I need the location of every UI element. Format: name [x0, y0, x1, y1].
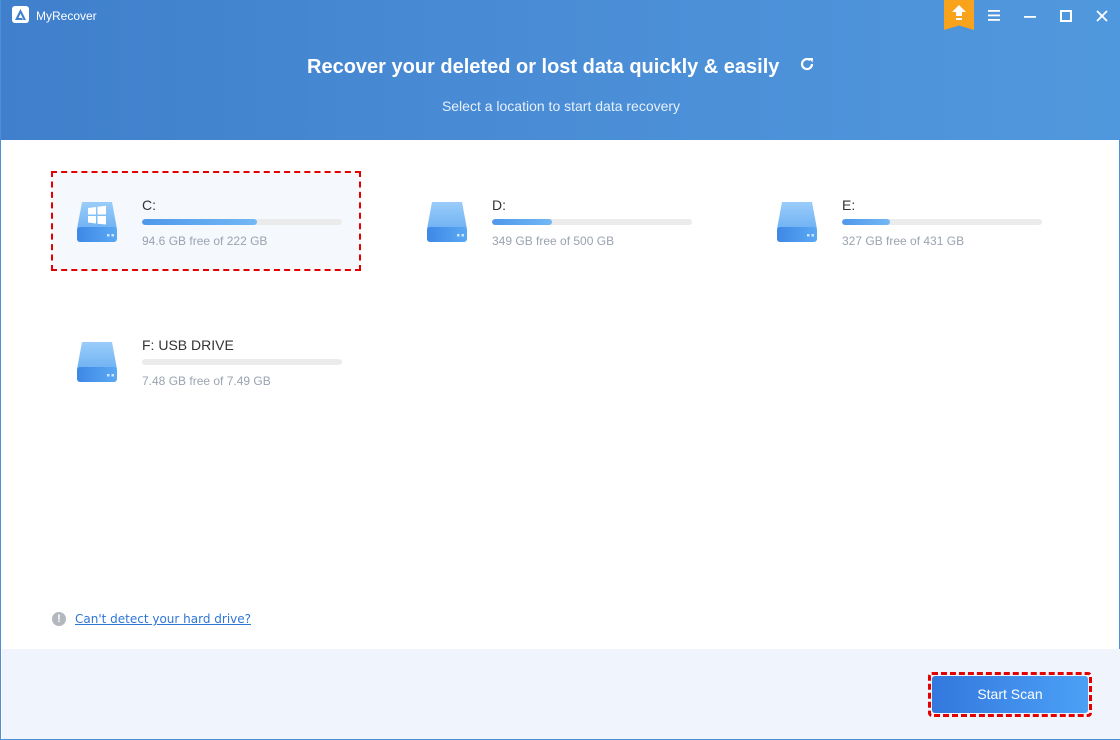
- close-button[interactable]: [1090, 4, 1114, 28]
- usb-drive-icon: [75, 340, 119, 384]
- app-window: MyRecover Recover your deleted or lost d…: [0, 0, 1120, 740]
- refresh-icon: [800, 57, 814, 70]
- drive-capacity-text: 349 GB free of 500 GB: [492, 234, 615, 248]
- drive-card-c[interactable]: C: 94.6 GB free of 222 GB: [51, 171, 361, 271]
- drive-name: F: USB DRIVE: [142, 337, 234, 353]
- hard-drive-icon: [775, 200, 819, 244]
- drive-name: C:: [142, 197, 156, 213]
- page-title: Recover your deleted or lost data quickl…: [1, 56, 1120, 79]
- drive-card-e[interactable]: E: 327 GB free of 431 GB: [751, 171, 1061, 271]
- info-icon: !: [52, 612, 66, 626]
- upgrade-arrow-icon: [952, 5, 966, 20]
- upgrade-button[interactable]: [944, 0, 974, 30]
- maximize-button[interactable]: [1054, 4, 1078, 28]
- drive-usage-bar: [842, 219, 1042, 225]
- minimize-icon: [1024, 16, 1036, 18]
- drive-card-f[interactable]: F: USB DRIVE 7.48 GB free of 7.49 GB: [51, 311, 361, 411]
- windows-drive-icon: [75, 200, 119, 244]
- cant-detect-drive-link[interactable]: Can't detect your hard drive?: [75, 612, 251, 626]
- drive-usage-bar: [142, 219, 342, 225]
- maximize-icon: [1060, 10, 1072, 22]
- drive-usage-fill: [142, 219, 257, 225]
- minimize-button[interactable]: [1018, 4, 1042, 28]
- header-banner: MyRecover Recover your deleted or lost d…: [1, 0, 1120, 140]
- menu-button[interactable]: [982, 4, 1006, 28]
- drive-card-d[interactable]: D: 349 GB free of 500 GB: [401, 171, 711, 271]
- drive-name: D:: [492, 197, 506, 213]
- drive-capacity-text: 7.48 GB free of 7.49 GB: [142, 374, 271, 388]
- hard-drive-icon: [425, 200, 469, 244]
- app-title: MyRecover: [36, 9, 97, 23]
- drive-capacity-text: 94.6 GB free of 222 GB: [142, 234, 268, 248]
- menu-icon: [988, 10, 1000, 21]
- refresh-button[interactable]: [799, 55, 815, 78]
- close-icon: [1096, 10, 1108, 22]
- drive-usage-bar: [492, 219, 692, 225]
- drive-capacity-text: 327 GB free of 431 GB: [842, 234, 965, 248]
- start-scan-button[interactable]: Start Scan: [928, 672, 1092, 717]
- app-logo-icon: [12, 6, 29, 23]
- headline-text: Recover your deleted or lost data quickl…: [307, 56, 780, 78]
- drive-usage-fill: [492, 219, 553, 225]
- page-subtitle: Select a location to start data recovery: [441, 98, 681, 114]
- start-scan-label: Start Scan: [932, 676, 1088, 713]
- title-bar[interactable]: MyRecover: [1, 0, 1120, 32]
- drive-usage-bar: [142, 359, 342, 365]
- drive-usage-fill: [842, 219, 891, 225]
- drive-name: E:: [842, 197, 856, 213]
